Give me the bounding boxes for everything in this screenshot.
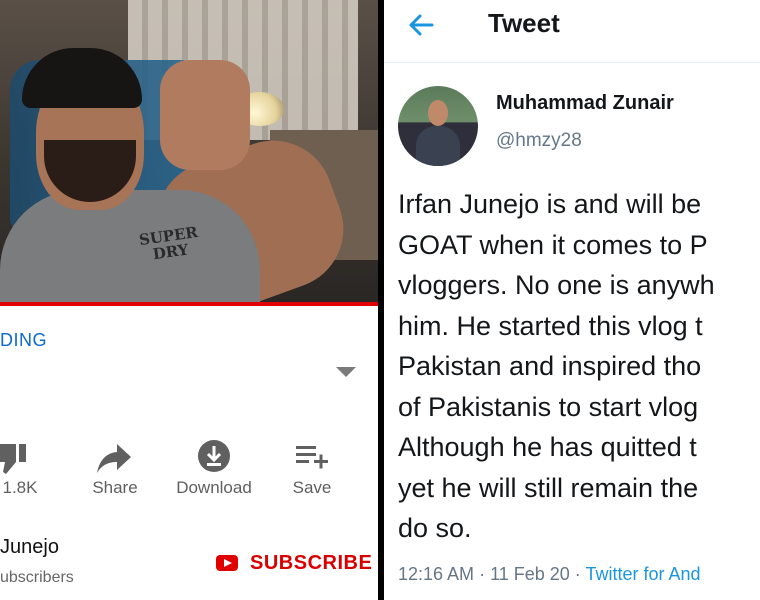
page-title: Tweet (488, 8, 560, 38)
meta-separator: · (474, 564, 491, 584)
avatar[interactable] (398, 86, 478, 166)
video-progress-fill (0, 302, 378, 306)
tweet-time: 12:16 AM (398, 564, 475, 584)
avatar-head (428, 100, 448, 126)
back-arrow-icon[interactable] (406, 10, 436, 40)
tweet-panel: Tweet Muhammad Zunair @hmzy28 Irfan June… (384, 0, 760, 600)
person-cap (22, 48, 142, 108)
user-handle[interactable]: @hmzy28 (496, 130, 582, 152)
youtube-play-icon (216, 555, 238, 571)
person-shirt (0, 190, 260, 306)
header-divider (384, 62, 760, 63)
subscribe-button[interactable]: SUBSCRIBE (216, 548, 372, 578)
subscribe-label: SUBSCRIBE (250, 551, 373, 574)
youtube-panel: SUPER DRY DING 1.8K Share Download Save … (0, 0, 378, 600)
trending-label[interactable]: DING (0, 330, 47, 351)
display-name[interactable]: Muhammad Zunair (496, 92, 674, 115)
share-icon (84, 432, 146, 478)
tweet-date: 11 Feb 20 (490, 564, 570, 584)
dislike-button[interactable]: 1.8K (0, 432, 44, 498)
meta-separator: · (569, 564, 586, 584)
tweet-text: Irfan Junejo is and will be GOAT when it… (398, 189, 715, 543)
tweet-source-link[interactable]: Twitter for And (585, 564, 700, 584)
expand-description-icon[interactable] (336, 367, 356, 377)
video-actions: 1.8K Share Download Save (0, 432, 378, 512)
channel-name[interactable]: Junejo (0, 536, 59, 559)
subscriber-count: ubscribers (0, 569, 74, 586)
avatar-body (416, 126, 460, 166)
peace-sign-hand (160, 60, 250, 170)
video-thumbnail[interactable]: SUPER DRY (0, 0, 378, 306)
share-button[interactable]: Share (84, 432, 146, 498)
download-button[interactable]: Download (170, 432, 258, 498)
dislike-count: 1.8K (2, 478, 38, 497)
tweet-header: Tweet (384, 0, 760, 56)
download-icon (170, 432, 258, 478)
save-button[interactable]: Save (288, 432, 336, 498)
save-label: Save (292, 478, 332, 497)
tweet-meta: 12:16 AM · 11 Feb 20 · Twitter for And (398, 564, 701, 585)
video-progress-bar[interactable] (0, 302, 378, 306)
playlist-add-icon (288, 432, 336, 478)
dislike-icon (0, 432, 44, 478)
share-label: Share (92, 478, 138, 497)
download-label: Download (176, 478, 252, 497)
